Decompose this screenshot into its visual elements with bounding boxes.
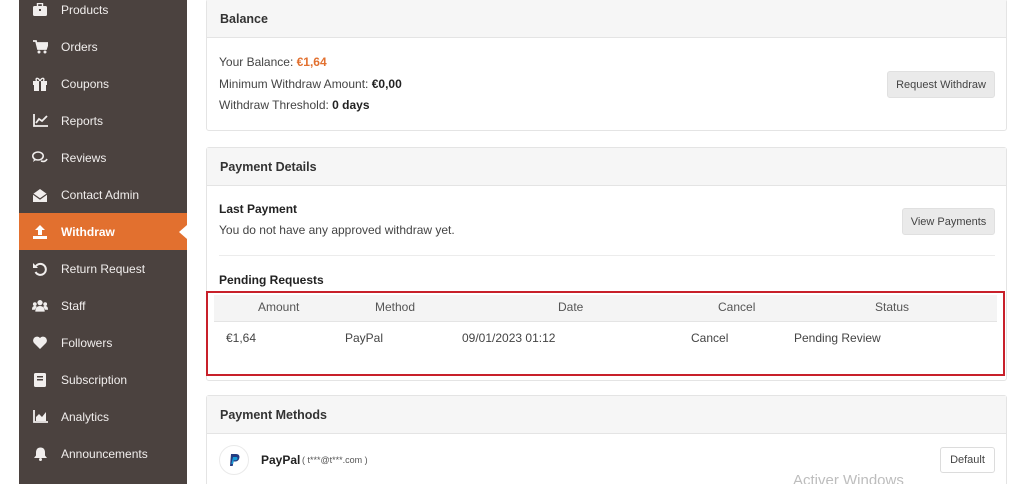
your-balance-line: Your Balance: €1,64 — [219, 55, 327, 69]
briefcase-icon — [32, 2, 48, 18]
sidebar-item-products[interactable]: Products — [19, 0, 187, 28]
threshold-line: Withdraw Threshold: 0 days — [219, 98, 370, 112]
col-header-amount: Amount — [258, 300, 300, 314]
row-status: Pending Review — [794, 331, 881, 345]
sidebar-item-label: Followers — [61, 335, 113, 350]
comments-icon — [32, 150, 48, 166]
payment-method-email: ( t***@t***.com ) — [302, 455, 368, 465]
heart-icon — [32, 335, 48, 351]
watermark-text: Activer Windows — [793, 472, 904, 484]
row-date: 09/01/2023 01:12 — [462, 331, 556, 345]
sidebar-item-subscription[interactable]: Subscription — [19, 361, 187, 398]
view-payments-button[interactable]: View Payments — [902, 208, 995, 235]
sidebar-item-announcements[interactable]: Announcements — [19, 435, 187, 472]
balance-title: Balance — [207, 0, 1006, 38]
min-withdraw-line: Minimum Withdraw Amount: €0,00 — [219, 77, 402, 91]
col-header-method: Method — [375, 300, 416, 314]
sidebar-item-coupons[interactable]: Coupons — [19, 65, 187, 102]
gift-icon — [32, 76, 48, 92]
sidebar-item-label: Coupons — [61, 76, 110, 91]
sidebar-item-label: Orders — [61, 39, 98, 54]
sidebar-item-label: Products — [61, 2, 109, 17]
payment-methods-title: Payment Methods — [207, 396, 1006, 434]
cart-icon — [32, 39, 48, 55]
pending-requests-heading: Pending Requests — [219, 273, 324, 287]
col-header-cancel: Cancel — [718, 300, 756, 314]
sidebar-item-return-request[interactable]: Return Request — [19, 250, 187, 287]
sidebar-item-label: Subscription — [61, 372, 128, 387]
divider — [219, 255, 995, 256]
page: Products Orders Coupons Reports Reviews … — [0, 0, 1024, 484]
chart-line-icon — [32, 113, 48, 129]
area-chart-icon — [32, 409, 48, 425]
your-balance-label: Your Balance: — [219, 55, 294, 69]
book-icon — [32, 372, 48, 388]
bell-icon — [32, 446, 48, 462]
balance-panel: Balance Your Balance: €1,64 Minimum With… — [206, 0, 1007, 131]
default-button[interactable]: Default — [940, 447, 995, 473]
sidebar-item-label: Announcements — [61, 446, 148, 461]
sidebar: Products Orders Coupons Reports Reviews … — [19, 0, 187, 484]
sidebar-item-reports[interactable]: Reports — [19, 102, 187, 139]
undo-icon — [32, 261, 48, 277]
sidebar-item-label: Withdraw — [61, 224, 115, 239]
sidebar-item-label: Return Request — [61, 261, 146, 276]
row-amount: €1,64 — [226, 331, 257, 345]
payment-methods-panel: Payment Methods PayPal ( t***@t***.com )… — [206, 395, 1007, 484]
col-header-date: Date — [558, 300, 584, 314]
payment-method-name: PayPal — [261, 453, 301, 467]
sidebar-item-withdraw[interactable]: Withdraw — [19, 213, 187, 250]
sidebar-item-contact-admin[interactable]: Contact Admin — [19, 176, 187, 213]
col-header-status: Status — [875, 300, 910, 314]
request-withdraw-button[interactable]: Request Withdraw — [887, 71, 995, 98]
row-method: PayPal — [345, 331, 384, 345]
sidebar-item-label: Reports — [61, 113, 104, 128]
envelope-open-icon — [32, 187, 48, 203]
threshold-label: Withdraw Threshold: — [219, 98, 329, 112]
your-balance-value: €1,64 — [296, 55, 327, 69]
cancel-request-link[interactable]: Cancel — [691, 331, 728, 345]
sidebar-item-staff[interactable]: Staff — [19, 287, 187, 324]
min-withdraw-label: Minimum Withdraw Amount: — [219, 77, 369, 91]
last-payment-text: You do not have any approved withdraw ye… — [219, 223, 455, 237]
last-payment-heading: Last Payment — [219, 202, 298, 216]
sidebar-item-label: Contact Admin — [61, 187, 140, 202]
sidebar-item-followers[interactable]: Followers — [19, 324, 187, 361]
pending-requests-table: Amount Method Date Cancel Status €1,64 P… — [206, 291, 1005, 376]
sidebar-item-analytics[interactable]: Analytics — [19, 398, 187, 435]
paypal-logo-icon — [219, 445, 249, 475]
users-icon — [32, 298, 48, 314]
payment-details-title: Payment Details — [207, 148, 1006, 186]
upload-icon — [32, 224, 48, 240]
sidebar-item-orders[interactable]: Orders — [19, 28, 187, 65]
threshold-value: 0 days — [332, 98, 370, 112]
sidebar-item-label: Reviews — [61, 150, 107, 165]
min-withdraw-value: €0,00 — [371, 77, 402, 91]
sidebar-item-label: Staff — [61, 298, 86, 313]
sidebar-item-label: Analytics — [61, 409, 110, 424]
sidebar-item-reviews[interactable]: Reviews — [19, 139, 187, 176]
